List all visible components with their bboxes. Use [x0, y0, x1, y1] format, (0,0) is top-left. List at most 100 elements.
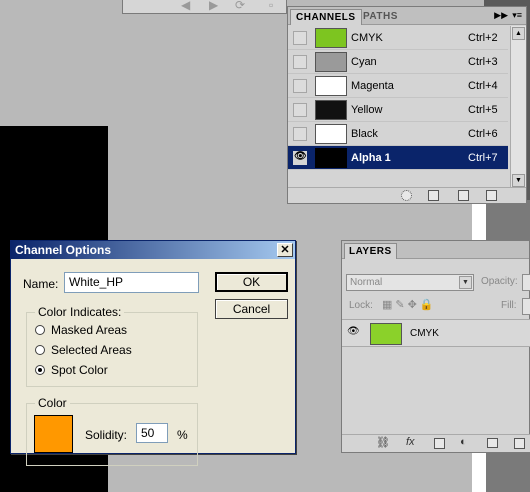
solidity-label: Solidity:	[85, 428, 128, 442]
radio-label: Spot Color	[51, 363, 108, 377]
ok-button[interactable]: OK	[215, 272, 288, 292]
scroll-up-icon[interactable]: ▲	[512, 27, 525, 40]
layer-name: CMYK	[410, 328, 439, 339]
channel-row[interactable]: Yellow Ctrl+5	[288, 98, 508, 122]
lock-all-icon[interactable]: 🔒	[420, 299, 437, 311]
channel-row-selected[interactable]: 👁 Alpha 1 Ctrl+7	[288, 146, 508, 170]
radio-button[interactable]	[35, 325, 45, 335]
radio-label: Masked Areas	[51, 323, 128, 337]
lock-label: Lock:	[349, 300, 373, 311]
layers-footer: ⛓ fx ◐	[342, 434, 530, 452]
radio-button-checked[interactable]	[35, 365, 45, 375]
channel-name: Yellow	[351, 104, 383, 116]
dialog-title-bar: Channel Options ✕	[11, 241, 295, 259]
color-indicates-group: Color Indicates: Masked Areas Selected A…	[26, 305, 198, 387]
back-arrow-icon[interactable]: ◀	[181, 0, 190, 12]
radio-spot-color[interactable]: Spot Color	[35, 363, 108, 377]
color-group: Color Solidity: 50 %	[26, 396, 198, 466]
cancel-button[interactable]: Cancel	[215, 299, 288, 319]
radio-button[interactable]	[35, 345, 45, 355]
color-legend: Color	[35, 396, 70, 410]
channel-thumbnail	[315, 100, 347, 120]
visibility-toggle[interactable]	[293, 79, 307, 93]
visibility-toggle[interactable]	[293, 31, 307, 45]
channel-name: CMYK	[351, 32, 383, 44]
solidity-input[interactable]: 50	[136, 423, 168, 443]
lock-brush-icon[interactable]: ✎	[395, 299, 407, 311]
eye-icon[interactable]: 👁	[347, 326, 360, 337]
top-toolbar-fragment: ◀ ▶ ⟳ ▫	[122, 0, 287, 14]
channel-shortcut: Ctrl+6	[468, 128, 498, 140]
visibility-toggle[interactable]	[293, 103, 307, 117]
channel-name: Cyan	[351, 56, 377, 68]
channel-row[interactable]: CMYK Ctrl+2	[288, 26, 508, 50]
eye-icon[interactable]: 👁	[294, 151, 307, 162]
new-layer-icon[interactable]	[514, 438, 525, 449]
percent-label: %	[177, 428, 188, 442]
layers-panel: LAYERS Normal ▼ Opacity: Lock: ▦✎✥🔒 Fill…	[341, 240, 530, 453]
close-icon[interactable]: ✕	[277, 243, 293, 257]
link-icon[interactable]: ⛓	[376, 436, 390, 449]
panel-collapse-icon[interactable]: ▾≡	[512, 10, 522, 21]
channel-shortcut: Ctrl+3	[468, 56, 498, 68]
doc-icon[interactable]: ▫	[269, 0, 273, 12]
load-selection-icon[interactable]	[401, 190, 412, 201]
channel-thumbnail	[315, 52, 347, 72]
lock-move-icon[interactable]: ✥	[408, 299, 420, 311]
radio-label: Selected Areas	[51, 343, 132, 357]
mask-icon[interactable]	[434, 438, 445, 449]
fill-input[interactable]	[522, 298, 530, 315]
color-swatch[interactable]	[34, 415, 73, 453]
layers-tab-bar: LAYERS	[342, 241, 529, 259]
channel-row[interactable]: Cyan Ctrl+3	[288, 50, 508, 74]
tab-layers[interactable]: LAYERS	[344, 243, 397, 259]
dialog-title: Channel Options	[15, 243, 111, 257]
channels-footer	[288, 187, 526, 203]
scroll-down-icon[interactable]: ▼	[512, 174, 525, 187]
layer-row[interactable]: 👁 CMYK	[342, 319, 530, 347]
channels-tab-bar: CHANNELS PATHS ▶▶ ▾≡	[288, 7, 526, 25]
fx-icon[interactable]: fx	[406, 436, 415, 448]
channel-thumbnail	[315, 148, 347, 168]
channels-panel: CHANNELS PATHS ▶▶ ▾≡ CMYK Ctrl+2 Cyan Ct…	[287, 6, 527, 204]
lock-transparency-icon[interactable]: ▦	[382, 299, 395, 311]
channel-shortcut: Ctrl+5	[468, 104, 498, 116]
channel-thumbnail	[315, 124, 347, 144]
blend-mode-select[interactable]: Normal ▼	[346, 274, 474, 291]
channel-name: Alpha 1	[351, 152, 391, 164]
visibility-toggle[interactable]	[293, 127, 307, 141]
channels-scrollbar[interactable]: ▲ ▼	[510, 26, 526, 188]
radio-selected-areas[interactable]: Selected Areas	[35, 343, 132, 357]
name-field[interactable]: White_HP	[64, 272, 199, 293]
save-selection-icon[interactable]	[428, 190, 439, 201]
tab-paths[interactable]: PATHS	[358, 9, 403, 25]
visibility-toggle[interactable]	[293, 55, 307, 69]
layer-thumbnail	[370, 323, 402, 345]
adjustment-icon[interactable]: ◐	[460, 436, 467, 448]
channel-shortcut: Ctrl+4	[468, 80, 498, 92]
chevron-down-icon[interactable]: ▼	[459, 276, 472, 289]
channel-name: Magenta	[351, 80, 394, 92]
panel-menu-icon[interactable]: ▶▶	[494, 10, 508, 21]
channel-options-dialog: Channel Options ✕ Name: White_HP OK Canc…	[10, 240, 296, 466]
name-label: Name:	[23, 277, 59, 291]
opacity-input[interactable]	[522, 274, 530, 291]
channel-shortcut: Ctrl+2	[468, 32, 498, 44]
channel-thumbnail	[315, 28, 347, 48]
blend-mode-value: Normal	[350, 277, 383, 288]
channel-shortcut: Ctrl+7	[468, 152, 498, 164]
channel-name: Black	[351, 128, 378, 140]
forward-arrow-icon[interactable]: ▶	[209, 0, 218, 12]
lock-icons[interactable]: ▦✎✥🔒	[382, 298, 437, 311]
tab-channels[interactable]: CHANNELS	[290, 9, 362, 25]
trash-icon[interactable]	[486, 190, 497, 201]
fill-label: Fill:	[501, 300, 517, 311]
channel-row[interactable]: Black Ctrl+6	[288, 122, 508, 146]
group-icon[interactable]	[487, 438, 498, 448]
opacity-label: Opacity:	[481, 276, 518, 287]
channel-row[interactable]: Magenta Ctrl+4	[288, 74, 508, 98]
new-channel-icon[interactable]	[458, 190, 469, 201]
rotate-icon[interactable]: ⟳	[235, 0, 245, 12]
radio-masked-areas[interactable]: Masked Areas	[35, 323, 127, 337]
channel-thumbnail	[315, 76, 347, 96]
